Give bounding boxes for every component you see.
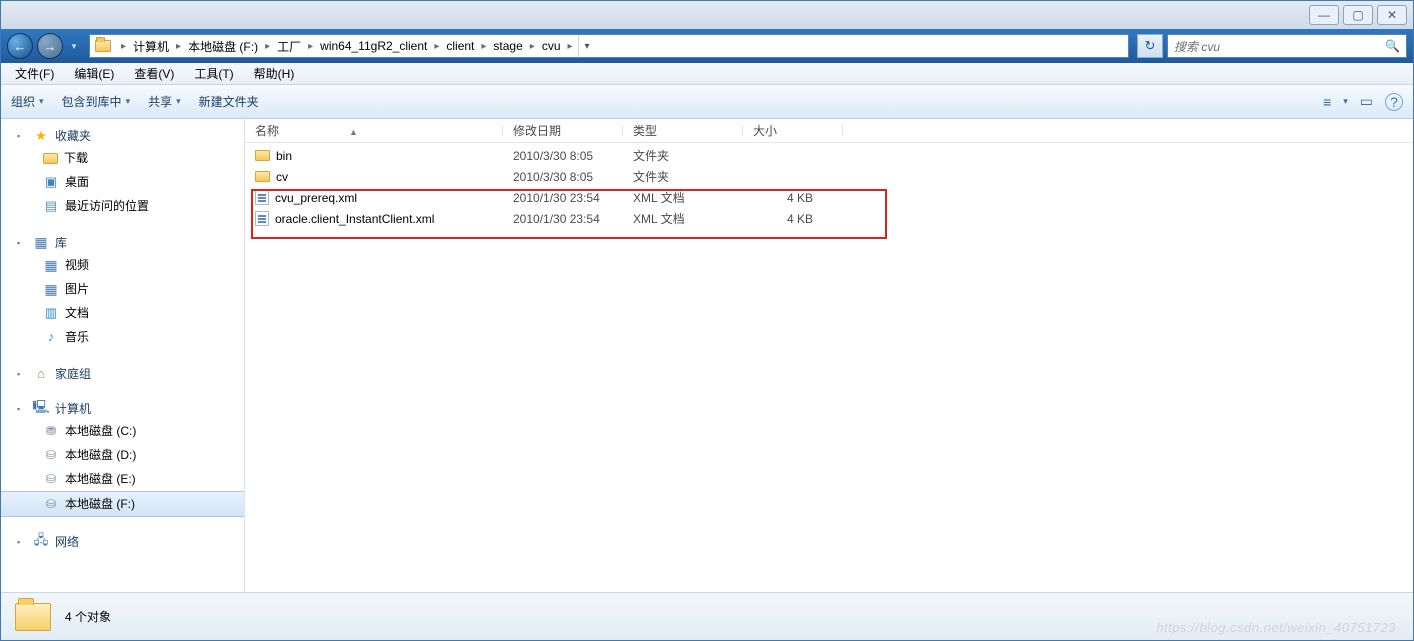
chevron-right-icon[interactable]: ▸ [476, 41, 491, 52]
chevron-down-icon: ▾ [176, 96, 181, 107]
explorer-window: — ▢ ✕ ← → ▾ ▸ 计算机 ▸ 本地磁盘 (F:) ▸ 工厂 ▸ win… [0, 0, 1414, 641]
help-button[interactable]: ? [1385, 93, 1403, 111]
crumb-folder[interactable]: cvu [540, 39, 563, 53]
include-button[interactable]: 包含到库中▾ [62, 93, 131, 110]
nav-bar: ← → ▾ ▸ 计算机 ▸ 本地磁盘 (F:) ▸ 工厂 ▸ win64_11g… [1, 29, 1413, 63]
menu-edit[interactable]: 编辑(E) [68, 63, 120, 84]
search-icon[interactable]: 🔍 [1385, 39, 1400, 53]
chevron-right-icon[interactable]: ▸ [171, 41, 186, 52]
chevron-down-icon: ▾ [126, 96, 131, 107]
sort-asc-icon: ▲ [349, 127, 358, 137]
titlebar: — ▢ ✕ [1, 1, 1413, 29]
history-dropdown-icon[interactable]: ▾ [67, 41, 81, 52]
organize-button[interactable]: 组织▾ [11, 93, 44, 110]
nav-drive-e[interactable]: ⛁本地磁盘 (E:) [1, 467, 244, 491]
toolbar: 组织▾ 包含到库中▾ 共享▾ 新建文件夹 ≡ ▾ ▭ ? [1, 85, 1413, 119]
folder-icon [255, 150, 270, 161]
address-dropdown-icon[interactable]: ▾ [578, 35, 596, 57]
chevron-down-icon[interactable]: ▾ [1343, 96, 1348, 107]
minimize-button[interactable]: — [1309, 5, 1339, 25]
preview-pane-button[interactable]: ▭ [1360, 93, 1373, 110]
breadcrumb: ▸ 计算机 ▸ 本地磁盘 (F:) ▸ 工厂 ▸ win64_11gR2_cli… [116, 35, 578, 57]
views-button[interactable]: ≡ [1323, 94, 1331, 110]
back-button[interactable]: ← [7, 33, 33, 59]
nav-pictures[interactable]: ▦图片 [1, 277, 244, 301]
address-bar[interactable]: ▸ 计算机 ▸ 本地磁盘 (F:) ▸ 工厂 ▸ win64_11gR2_cli… [89, 34, 1129, 58]
file-rows: bin 2010/3/30 8:05 文件夹 cv 2010/3/30 8:05… [245, 143, 1413, 231]
nav-desktop[interactable]: ▣桌面 [1, 170, 244, 194]
nav-downloads[interactable]: 下载 [1, 146, 244, 170]
search-input[interactable]: 搜索 cvu 🔍 [1167, 34, 1407, 58]
crumb-folder[interactable]: client [444, 39, 476, 53]
nav-drive-f[interactable]: ⛁本地磁盘 (F:) [1, 491, 244, 517]
refresh-button[interactable]: ↻ [1137, 34, 1163, 58]
table-row[interactable]: bin 2010/3/30 8:05 文件夹 [245, 145, 1413, 166]
forward-button[interactable]: → [37, 33, 63, 59]
chevron-right-icon[interactable]: ▸ [260, 41, 275, 52]
menu-file[interactable]: 文件(F) [9, 63, 60, 84]
menu-tools[interactable]: 工具(T) [188, 63, 239, 84]
file-list: 名称▲ 修改日期 类型 大小 bin 2010/3/30 8:05 文件夹 cv… [245, 119, 1413, 592]
nav-computer[interactable]: ▪🖳计算机 [1, 398, 244, 419]
table-row[interactable]: cvu_prereq.xml 2010/1/30 23:54 XML 文档 4 … [245, 187, 1413, 208]
menu-help[interactable]: 帮助(H) [248, 63, 301, 84]
table-row[interactable]: cv 2010/3/30 8:05 文件夹 [245, 166, 1413, 187]
chevron-down-icon: ▾ [39, 96, 44, 107]
folder-icon [255, 171, 270, 182]
col-name[interactable]: 名称▲ [245, 122, 503, 139]
col-size[interactable]: 大小 [743, 122, 843, 139]
crumb-computer[interactable]: 计算机 [131, 38, 171, 55]
col-date[interactable]: 修改日期 [503, 122, 623, 139]
body: ▪★收藏夹 下载 ▣桌面 ▤最近访问的位置 ▪▦库 ▦视频 ▦图片 ▥文档 ♪音… [1, 119, 1413, 592]
chevron-right-icon[interactable]: ▸ [563, 41, 578, 52]
chevron-right-icon[interactable]: ▸ [429, 41, 444, 52]
nav-homegroup[interactable]: ▪⌂家庭组 [1, 363, 244, 384]
nav-favorites[interactable]: ▪★收藏夹 [1, 125, 244, 146]
share-button[interactable]: 共享▾ [148, 93, 181, 110]
xml-file-icon [255, 190, 269, 205]
col-type[interactable]: 类型 [623, 122, 743, 139]
crumb-folder[interactable]: stage [491, 39, 524, 53]
folder-icon [93, 36, 113, 56]
nav-documents[interactable]: ▥文档 [1, 301, 244, 325]
nav-libraries[interactable]: ▪▦库 [1, 232, 244, 253]
navigation-pane: ▪★收藏夹 下载 ▣桌面 ▤最近访问的位置 ▪▦库 ▦视频 ▦图片 ▥文档 ♪音… [1, 119, 245, 592]
nav-recent[interactable]: ▤最近访问的位置 [1, 194, 244, 218]
table-row[interactable]: oracle.client_InstantClient.xml 2010/1/3… [245, 208, 1413, 229]
search-placeholder: 搜索 cvu [1174, 38, 1220, 55]
nav-drive-c[interactable]: ⛃本地磁盘 (C:) [1, 419, 244, 443]
maximize-button[interactable]: ▢ [1343, 5, 1373, 25]
status-text: 4 个对象 [65, 608, 111, 625]
chevron-right-icon[interactable]: ▸ [116, 41, 131, 52]
crumb-drive[interactable]: 本地磁盘 (F:) [186, 38, 260, 55]
xml-file-icon [255, 211, 269, 226]
chevron-right-icon[interactable]: ▸ [525, 41, 540, 52]
column-headers: 名称▲ 修改日期 类型 大小 [245, 119, 1413, 143]
close-button[interactable]: ✕ [1377, 5, 1407, 25]
nav-drive-d[interactable]: ⛁本地磁盘 (D:) [1, 443, 244, 467]
folder-icon [15, 603, 51, 631]
new-folder-button[interactable]: 新建文件夹 [199, 93, 259, 110]
menu-view[interactable]: 查看(V) [128, 63, 180, 84]
menu-bar: 文件(F) 编辑(E) 查看(V) 工具(T) 帮助(H) [1, 63, 1413, 85]
status-bar: 4 个对象 [1, 592, 1413, 640]
nav-network[interactable]: ▪🖧网络 [1, 531, 244, 552]
chevron-right-icon[interactable]: ▸ [303, 41, 318, 52]
crumb-folder[interactable]: win64_11gR2_client [318, 39, 429, 53]
nav-videos[interactable]: ▦视频 [1, 253, 244, 277]
nav-music[interactable]: ♪音乐 [1, 325, 244, 349]
crumb-folder[interactable]: 工厂 [275, 38, 303, 55]
